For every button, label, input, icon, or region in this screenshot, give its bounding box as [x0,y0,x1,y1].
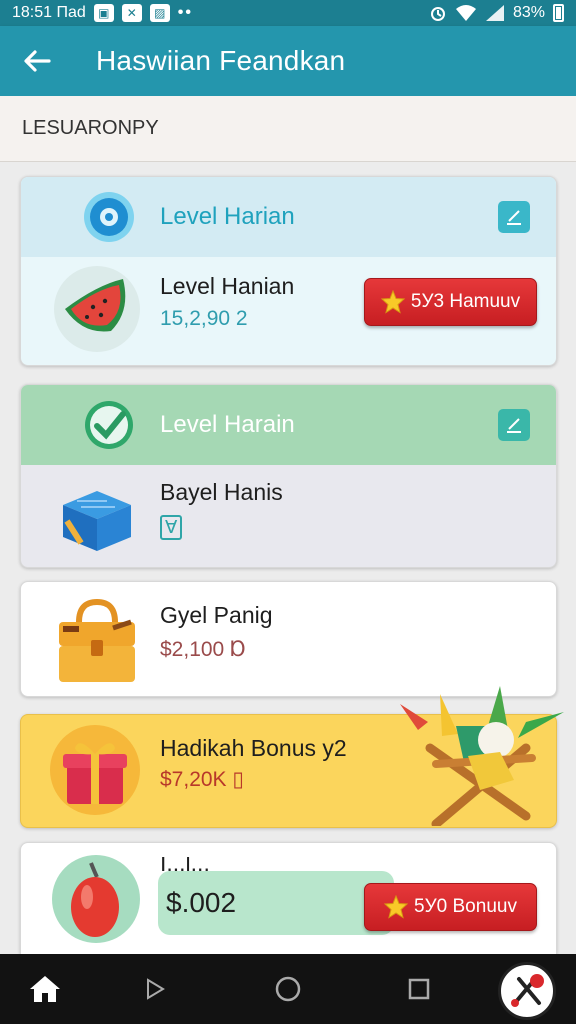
back-button[interactable] [0,26,74,96]
card-header-title: Level Harain [160,411,295,438]
star-icon [380,290,405,314]
wifi-icon [455,5,476,21]
target-icon [84,192,134,242]
edit-button[interactable] [498,409,530,441]
chili-icon [52,855,140,943]
card-body: Level Hanian 15,2,90 2 5У3 Hamuuv [21,257,556,365]
x-icon: ✕ [121,4,142,22]
watermelon-icon [54,266,140,352]
amount-field[interactable]: $.002 [158,871,394,935]
square-icon [408,978,430,1000]
card-bonus[interactable]: I...l... $.002 5У0 Bonuuv [20,842,557,954]
home-icon [30,976,60,1002]
item-title: Hadikah Bonus y2 [160,735,347,761]
amount-value: $.002 [166,887,237,918]
photo-icon: ▨ [149,4,170,22]
page-title: Haswiian Feandkan [96,45,346,76]
check-icon [85,401,133,449]
item-title: Level Hanian [160,273,295,299]
tools-fab-button[interactable] [498,962,556,1020]
edit-button[interactable] [498,201,530,233]
item-title: Bayel Hanis [160,479,283,505]
more-notifications-indicator: •• [177,4,193,21]
circle-icon [275,976,301,1002]
edit-icon [507,210,521,225]
bonus-reward-illustration [400,686,564,826]
item-price: $7,20K ▯ [160,768,244,791]
card-gyel-panig[interactable]: Gyel Panig $2,100 Ɒ [20,581,557,697]
nav-home[interactable] [10,954,80,1024]
card-header-title: Level Harian [160,203,295,230]
treasure-chest-icon [59,598,135,682]
item-title: Gyel Panig [160,602,273,628]
navigation-bar [0,954,576,1024]
card-header: Level Harain [21,385,556,465]
back-arrow-icon [24,50,51,72]
bonus-button-label: 5У0 Bonuuv [414,896,517,917]
app-bar: Haswiian Feandkan [0,26,576,96]
claim-button[interactable]: 5У3 Hamuuv [364,278,537,326]
bonus-button[interactable]: 5У0 Bonuuv [364,883,537,931]
gift-box-icon [50,725,140,815]
battery-percentage: 83% [512,4,545,21]
edit-icon [507,418,521,433]
card-body: Bayel Hanis Ɐ [21,465,556,567]
status-time: 18:51 Пad [12,4,86,21]
nav-play[interactable] [120,954,190,1024]
play-icon [147,978,165,1000]
item-price: $2,100 Ɒ [160,638,247,661]
tools-icon [511,974,544,1007]
card-header: Level Harian [21,177,556,257]
nav-recents[interactable] [384,954,454,1024]
status-bar: 18:51 Пad ▣ ✕ ▨ •• 83% [0,0,576,26]
signal-icon [485,5,504,21]
item-value: 15,2,90 2 [160,307,248,330]
item-badge: Ɐ [160,515,183,540]
image-icon: ▣ [93,4,114,22]
claim-button-label: 5У3 Hamuuv [410,291,521,312]
nav-home-circle[interactable] [253,954,323,1024]
box-icon [63,491,131,551]
item-title-partial: I...l... [160,857,210,871]
alarm-icon [430,7,445,21]
star-icon [384,895,409,919]
card-level-harain[interactable]: Level Harain Bayel Hanis Ɐ [20,384,557,568]
section-header: LESUARONPY [0,96,576,162]
battery-icon [553,4,564,22]
card-level-harian[interactable]: Level Harian Level Hanian 15,2,90 2 5У3 … [20,176,557,366]
